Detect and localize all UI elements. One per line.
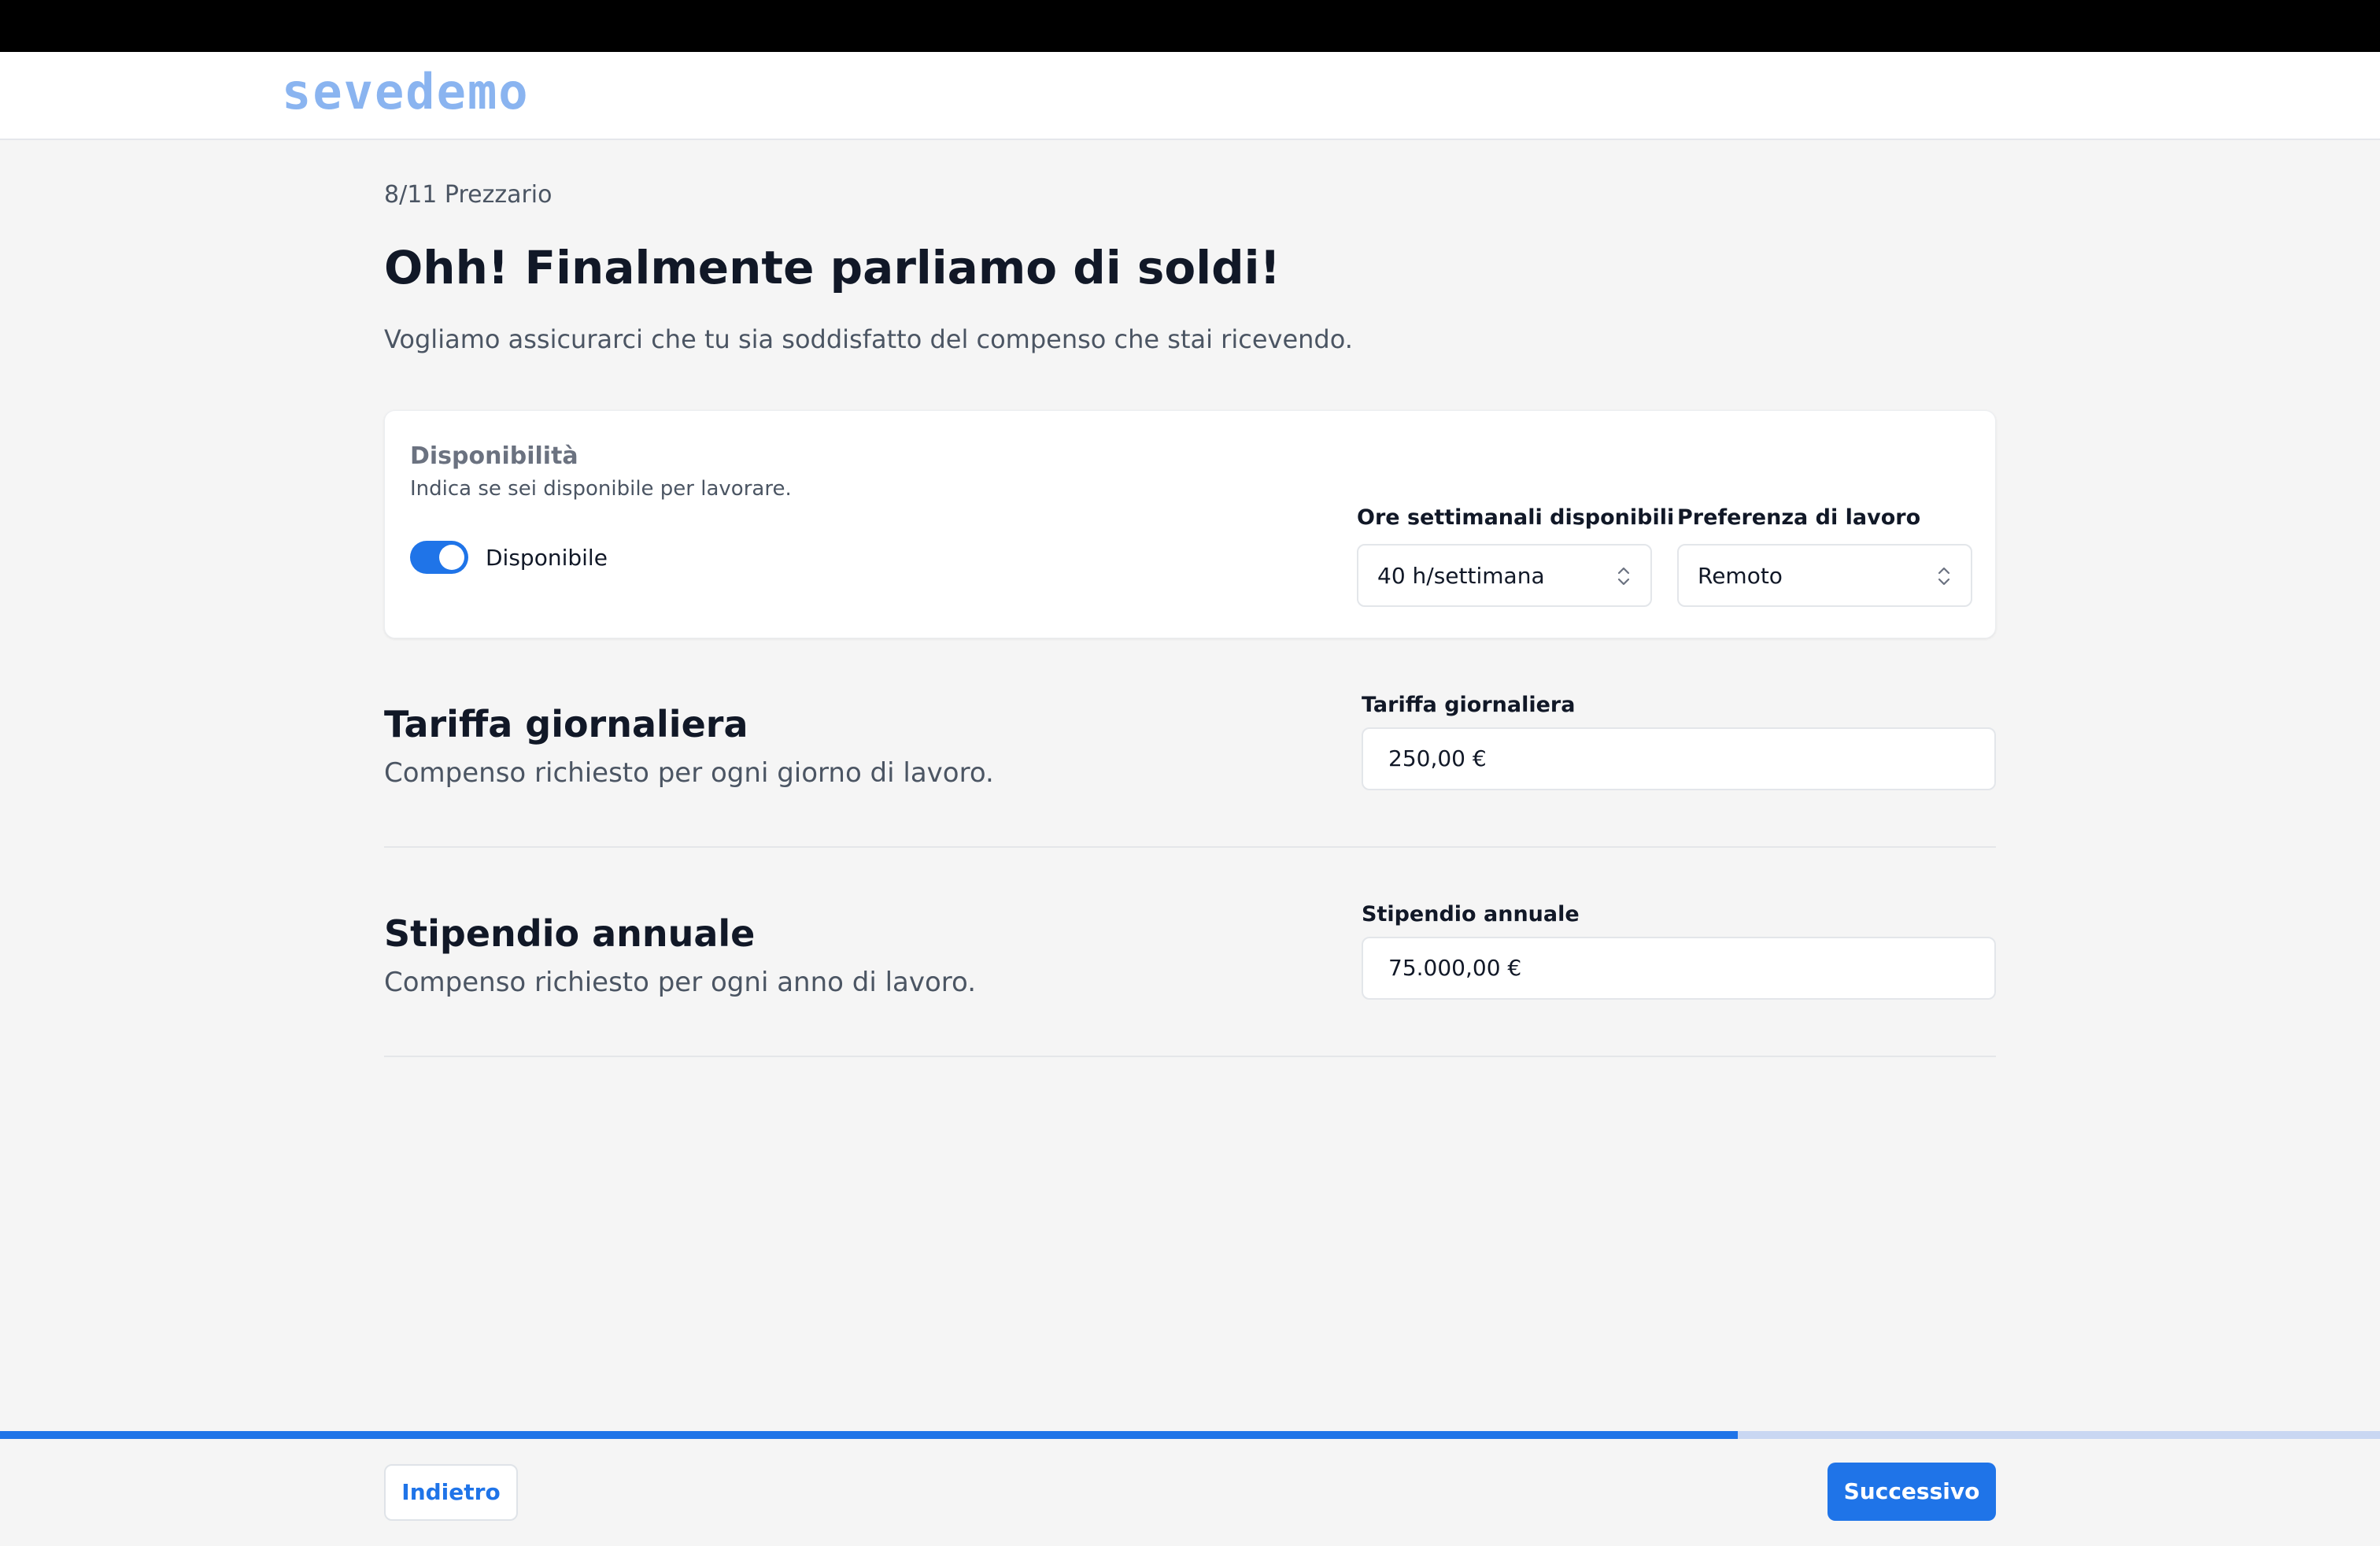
daily-rate-description: Compenso richiesto per ogni giorno di la… xyxy=(384,757,994,789)
back-button[interactable]: Indietro xyxy=(384,1464,518,1521)
availability-card: Disponibilità Indica se sei disponibile … xyxy=(384,410,1996,638)
page-title: Ohh! Finalmente parliamo di soldi! xyxy=(384,241,1281,294)
page-subtitle: Vogliamo assicurarci che tu sia soddisfa… xyxy=(384,324,1353,354)
chevron-up-down-icon xyxy=(1617,567,1630,586)
chevron-up-down-icon xyxy=(1938,567,1950,586)
preference-field-label: Preferenza di lavoro xyxy=(1677,505,1921,530)
annual-salary-field-label: Stipendio annuale xyxy=(1362,902,1580,926)
hours-field-label: Ore settimanali disponibili xyxy=(1357,505,1675,530)
footer-bar: Indietro Successivo xyxy=(0,1439,2380,1546)
section-divider xyxy=(384,846,1996,848)
toggle-knob xyxy=(439,545,464,570)
preference-select-value: Remoto xyxy=(1698,563,1783,589)
window-top-bar xyxy=(0,0,2380,52)
availability-toggle-label: Disponibile xyxy=(486,545,608,571)
daily-rate-input[interactable]: 250,00 € xyxy=(1362,727,1996,790)
daily-rate-title: Tariffa giornaliera xyxy=(384,703,748,745)
app-header: sevedemo xyxy=(0,52,2380,140)
daily-rate-field-label: Tariffa giornaliera xyxy=(1362,693,1576,717)
availability-description: Indica se sei disponibile per lavorare. xyxy=(410,477,792,501)
progress-bar xyxy=(0,1431,2380,1439)
hours-select-value: 40 h/settimana xyxy=(1377,563,1545,589)
annual-salary-input[interactable]: 75.000,00 € xyxy=(1362,937,1996,1000)
hours-select[interactable]: 40 h/settimana xyxy=(1357,544,1652,607)
section-divider xyxy=(384,1056,1996,1057)
preference-select[interactable]: Remoto xyxy=(1677,544,1972,607)
annual-salary-title: Stipendio annuale xyxy=(384,912,756,955)
step-indicator: 8/11 Prezzario xyxy=(384,181,552,209)
annual-salary-description: Compenso richiesto per ogni anno di lavo… xyxy=(384,967,977,998)
availability-title: Disponibilità xyxy=(410,442,578,470)
brand-logo[interactable]: sevedemo xyxy=(282,68,530,117)
availability-toggle[interactable] xyxy=(410,541,468,574)
progress-bar-fill xyxy=(0,1431,1739,1439)
next-button[interactable]: Successivo xyxy=(1828,1463,1996,1521)
